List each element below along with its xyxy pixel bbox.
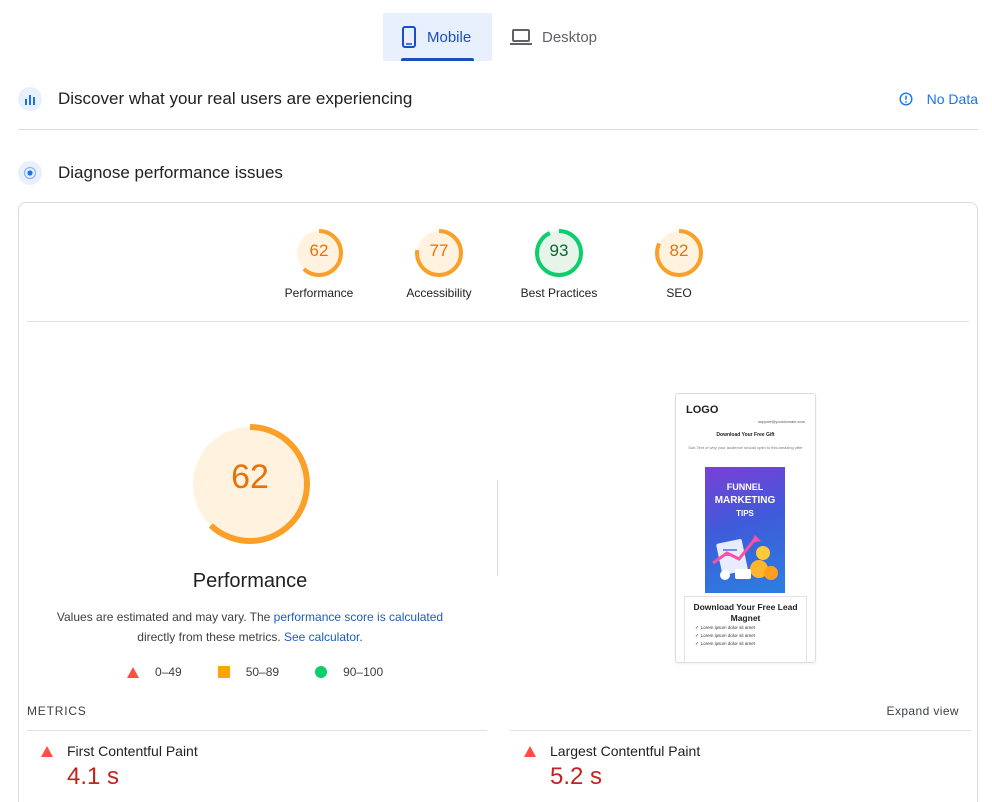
thumb-optin-panel: Download Your Free Lead Magnet Lorem ips… — [684, 596, 807, 662]
page-screenshot[interactable]: LOGO support@yourdomain.com Download You… — [675, 393, 816, 663]
metric-value: 5.2 s — [550, 763, 603, 790]
thumb-logo: LOGO — [686, 404, 719, 416]
red-triangle-icon — [524, 745, 536, 757]
gauge-accessibility[interactable]: 77 Accessibility — [379, 227, 499, 300]
desc-text: . — [359, 630, 363, 644]
metric-name: Largest Contentful Paint — [550, 743, 701, 759]
real-users-title: Discover what your real users are experi… — [58, 89, 413, 108]
gauge-label: Performance — [284, 286, 354, 300]
metric-fcp: First Contentful Paint 4.1 s — [41, 743, 198, 791]
metric-lcp: Largest Contentful Paint 5.2 s — [524, 743, 700, 791]
gauge-seo[interactable]: 82 SEO — [619, 227, 739, 300]
gauge-label: Best Practices — [520, 286, 598, 300]
ebook-title-line: TIPS — [736, 509, 754, 518]
laptop-icon — [510, 29, 532, 45]
gauge-label: SEO — [666, 286, 692, 300]
ebook-cover-image: FUNNEL MARKETING TIPS — [705, 467, 785, 593]
thumb-bullet: Lorem ipsum dolor sit amet — [695, 640, 806, 648]
thumb-subtext: Sub-Text of why your audience should opt… — [688, 445, 803, 450]
gauge-value: 62 — [309, 241, 329, 260]
gauge-label: Accessibility — [406, 286, 472, 300]
tab-desktop[interactable]: Desktop — [492, 13, 615, 61]
see-calculator-link[interactable]: See calculator — [284, 630, 359, 644]
legend-item-pass: 90–100 — [315, 665, 383, 679]
performance-title: Performance — [192, 570, 308, 592]
marketing-illustration-icon — [712, 535, 778, 580]
tab-mobile[interactable]: Mobile — [383, 13, 492, 61]
thumb-panel-title: Download Your Free Lead Magnet — [693, 602, 798, 623]
metrics-divider — [510, 730, 971, 731]
vertical-divider — [497, 480, 498, 576]
metric-value: 4.1 s — [67, 763, 120, 790]
ebook-title: FUNNEL MARKETING TIPS — [705, 481, 785, 520]
red-triangle-icon — [127, 666, 139, 678]
expand-view-button[interactable]: Expand view — [887, 704, 959, 718]
metrics-divider — [27, 730, 487, 731]
thumb-bullet: Lorem ipsum dolor sit amet — [695, 632, 806, 640]
legend-range: 0–49 — [155, 665, 182, 679]
tab-desktop-label: Desktop — [542, 28, 598, 46]
legend-range: 50–89 — [245, 665, 280, 679]
legend-item-fail: 0–49 — [127, 665, 182, 679]
device-tabs: Mobile Desktop — [383, 13, 615, 61]
no-data-link[interactable]: No Data — [899, 91, 978, 107]
thumb-bullet: Lorem ipsum dolor sit amet — [695, 624, 806, 632]
diagnose-title: Diagnose performance issues — [58, 163, 283, 182]
desc-text: Values are estimated and may vary. The — [56, 610, 274, 624]
gauge-value: 93 — [549, 241, 569, 260]
metrics-heading: METRICS — [27, 704, 87, 718]
diagnose-target-icon — [18, 161, 42, 185]
legend-item-average: 50–89 — [217, 665, 280, 679]
card-divider — [27, 321, 969, 322]
real-users-section: Discover what your real users are experi… — [18, 86, 978, 112]
ebook-title-line: MARKETING — [714, 495, 776, 506]
diagnose-section: Diagnose performance issues — [18, 160, 978, 186]
gauge-value: 77 — [429, 241, 449, 260]
tab-mobile-label: Mobile — [427, 28, 472, 46]
green-circle-icon — [315, 666, 328, 678]
score-legend: 0–49 50–89 90–100 — [127, 665, 419, 679]
users-chart-icon — [18, 87, 42, 111]
orange-square-icon — [217, 666, 230, 678]
smartphone-icon — [402, 26, 416, 48]
score-gauges: 62 Performance 77 Accessibility 93 Best … — [19, 227, 977, 307]
section-divider — [18, 129, 978, 130]
report-card: 62 Performance 77 Accessibility 93 Best … — [18, 202, 978, 802]
gauge-performance[interactable]: 62 Performance — [259, 227, 379, 300]
desc-text: directly from these metrics. — [137, 630, 284, 644]
thumb-download-title: Download Your Free Gift — [716, 432, 775, 438]
gauge-value: 82 — [669, 241, 689, 260]
gauge-best-practices[interactable]: 93 Best Practices — [499, 227, 619, 300]
metric-name: First Contentful Paint — [67, 743, 198, 759]
red-triangle-icon — [41, 745, 53, 757]
legend-range: 90–100 — [343, 665, 384, 679]
thumb-email: support@yourdomain.com — [758, 419, 805, 424]
ebook-title-line: FUNNEL — [726, 482, 764, 492]
info-icon — [899, 92, 913, 106]
performance-score: 62 — [231, 458, 269, 496]
no-data-label: No Data — [926, 91, 978, 107]
performance-description: Values are estimated and may vary. The p… — [49, 607, 451, 647]
score-calculated-link[interactable]: performance score is calculated — [274, 610, 443, 624]
